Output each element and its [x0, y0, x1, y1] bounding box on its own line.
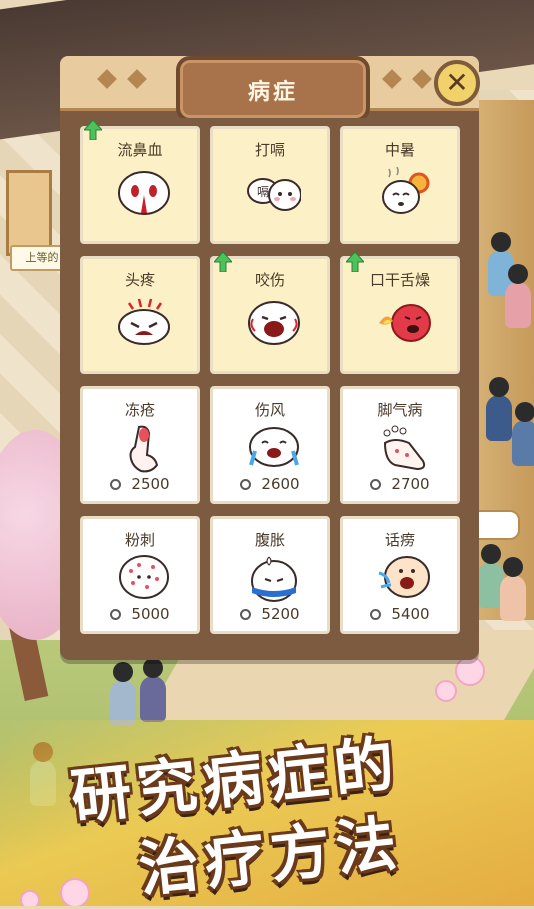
headache-face-icon — [118, 298, 170, 345]
promo-banner: 研究病症的 治疗方法 — [20, 710, 520, 906]
disease-card-athletes-foot[interactable]: 脚气病 2700 — [340, 386, 460, 504]
bite-face-icon — [248, 301, 300, 345]
nosebleed-face-icon — [118, 171, 170, 215]
disease-name: 腹胀 — [254, 531, 285, 549]
header-ornament — [412, 69, 432, 89]
svg-text:嗝: 嗝 — [257, 185, 269, 199]
research-cost: 5200 — [213, 605, 327, 623]
dry-mouth-face-icon — [379, 304, 431, 342]
disease-name: 咬伤 — [254, 271, 285, 289]
chatterbox-face-icon — [378, 556, 430, 598]
disease-panel: 病症 流鼻血 打嗝 嗝 中暑 头疼 咬伤 口干舌燥 冻疮 2500 伤风 260… — [60, 56, 479, 660]
disease-grid: 流鼻血 打嗝 嗝 中暑 头疼 咬伤 口干舌燥 冻疮 2500 伤风 2600 脚… — [70, 118, 469, 650]
disease-name: 口干舌燥 — [369, 271, 430, 289]
disease-card-cold[interactable]: 伤风 2600 — [210, 386, 330, 504]
header-ornament — [97, 69, 117, 89]
new-arrow-icon — [84, 120, 102, 140]
disease-name: 脚气病 — [377, 401, 423, 419]
blossom-decoration — [435, 680, 457, 702]
disease-card-hiccup[interactable]: 打嗝 嗝 — [210, 126, 330, 244]
research-cost: 2500 — [83, 475, 197, 493]
coin-icon — [370, 479, 382, 490]
disease-card-acne[interactable]: 粉刺 5000 — [80, 516, 200, 634]
disease-card-bite[interactable]: 咬伤 — [210, 256, 330, 374]
title-plate: 病症 — [176, 56, 370, 122]
disease-card-bloating[interactable]: 腹胀 5200 — [210, 516, 330, 634]
close-icon: ✕ — [445, 66, 469, 99]
acne-face-icon — [119, 555, 169, 599]
close-button[interactable]: ✕ — [434, 60, 480, 106]
disease-card-headache[interactable]: 头疼 — [80, 256, 200, 374]
new-arrow-icon — [346, 252, 364, 272]
disease-name: 中暑 — [384, 141, 415, 159]
header-ornament — [127, 69, 147, 89]
panel-title: 病症 — [247, 80, 298, 105]
coin-icon — [240, 609, 252, 620]
npc-figure — [512, 402, 534, 466]
disease-card-nosebleed[interactable]: 流鼻血 — [80, 126, 200, 244]
npc-figure — [486, 377, 512, 441]
header-ornament — [382, 69, 402, 89]
disease-name: 头疼 — [124, 271, 155, 289]
disease-card-chatterbox[interactable]: 话痨 5400 — [340, 516, 460, 634]
cold-face-icon — [249, 427, 299, 467]
disease-card-heatstroke[interactable]: 中暑 — [340, 126, 460, 244]
hiccup-face-icon: 嗝 — [247, 178, 301, 211]
coin-icon — [110, 609, 122, 620]
npc-figure — [505, 264, 531, 328]
new-arrow-icon — [214, 252, 232, 272]
npc-figure — [500, 557, 526, 621]
blossom-decoration — [455, 656, 485, 686]
disease-name: 冻疮 — [124, 401, 155, 419]
disease-name: 话痨 — [384, 531, 415, 549]
disease-name: 打嗝 — [254, 141, 285, 159]
disease-card-dry-mouth[interactable]: 口干舌燥 — [340, 256, 460, 374]
heatstroke-face-icon — [382, 167, 430, 214]
athlete-foot-icon — [383, 425, 426, 471]
frostbite-finger-icon — [129, 425, 159, 473]
bloating-face-icon — [251, 556, 297, 602]
coin-icon — [110, 479, 122, 490]
disease-name: 流鼻血 — [117, 141, 163, 159]
coin-icon — [370, 609, 382, 620]
disease-name: 伤风 — [254, 401, 285, 419]
disease-name: 粉刺 — [124, 531, 155, 549]
coin-icon — [240, 479, 252, 490]
research-cost: 5000 — [83, 605, 197, 623]
research-cost: 2600 — [213, 475, 327, 493]
disease-card-frostbite[interactable]: 冻疮 2500 — [80, 386, 200, 504]
research-cost: 2700 — [343, 475, 457, 493]
research-cost: 5400 — [343, 605, 457, 623]
shelf — [6, 170, 52, 256]
